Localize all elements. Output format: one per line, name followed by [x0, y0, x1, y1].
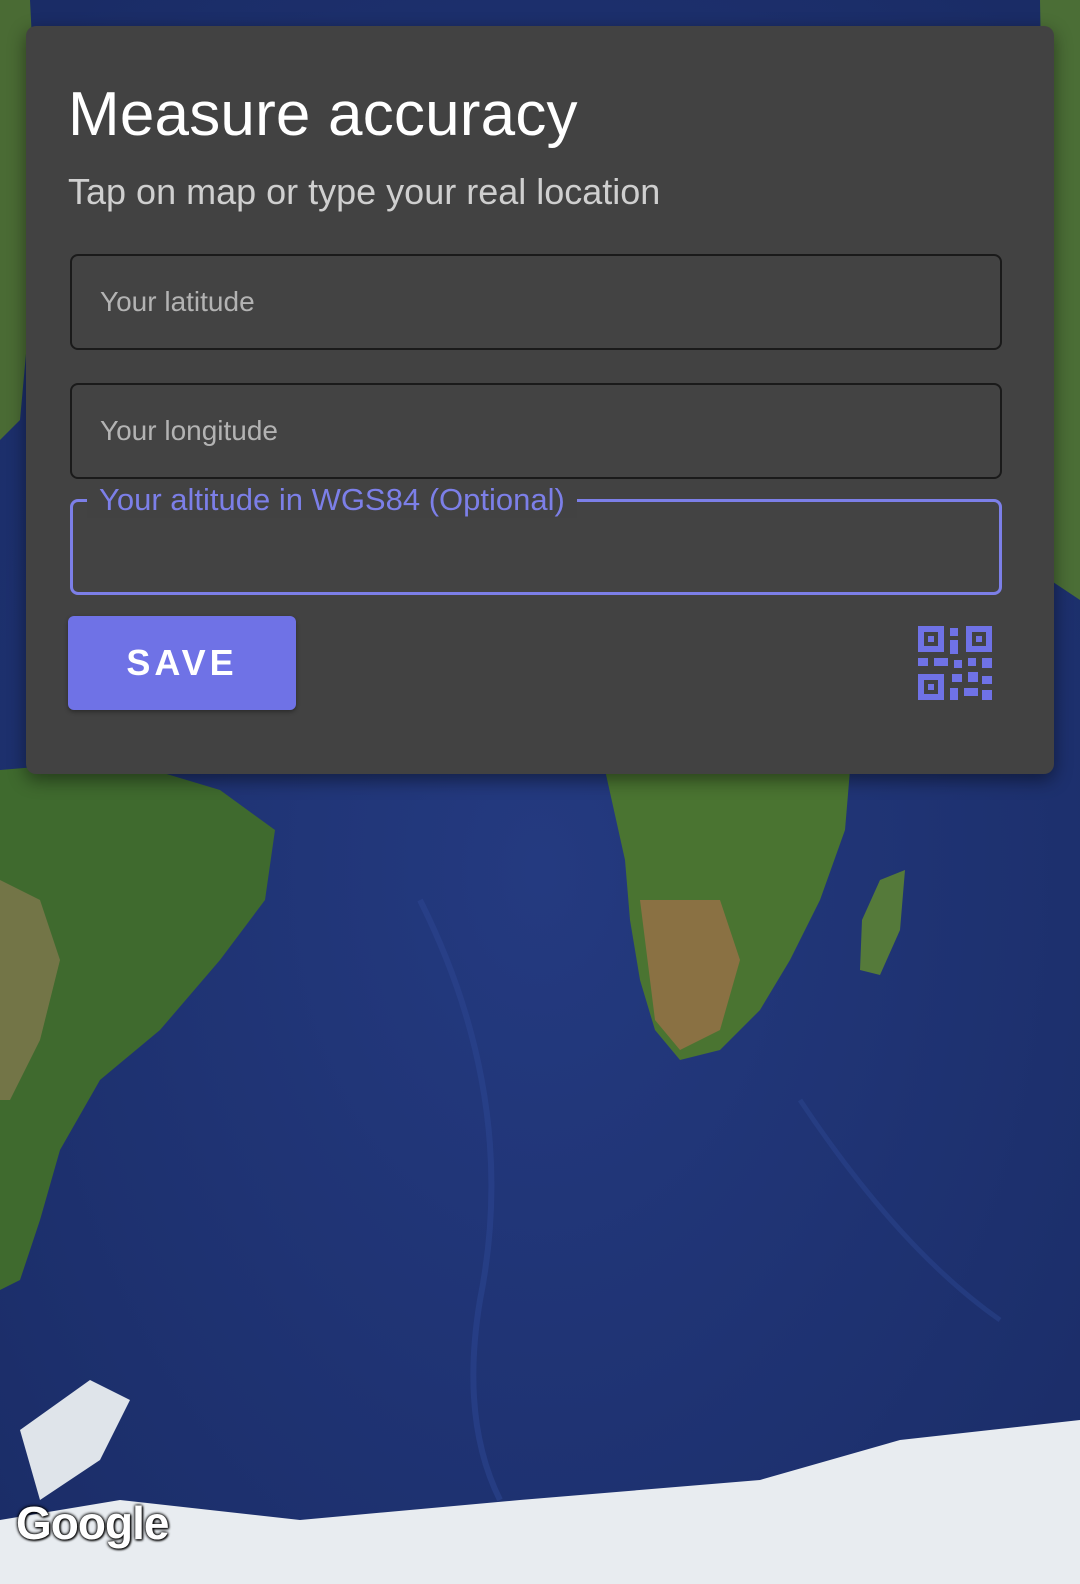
altitude-input[interactable] [73, 502, 999, 592]
altitude-field[interactable]: Your altitude in WGS84 (Optional) [70, 482, 1002, 595]
latitude-input[interactable] [72, 256, 1000, 348]
measure-accuracy-dialog: Measure accuracy Tap on map or type your… [26, 26, 1054, 774]
google-logo: Google [16, 1497, 169, 1549]
dialog-title: Measure accuracy [68, 80, 578, 149]
longitude-input[interactable] [72, 385, 1000, 477]
save-button[interactable]: SAVE [68, 616, 296, 710]
qr-code-icon[interactable] [916, 624, 996, 704]
latitude-field[interactable] [70, 254, 1002, 350]
dialog-subtitle: Tap on map or type your real location [68, 171, 661, 212]
qr-code-glyph [918, 626, 992, 700]
longitude-field[interactable] [70, 383, 1002, 479]
